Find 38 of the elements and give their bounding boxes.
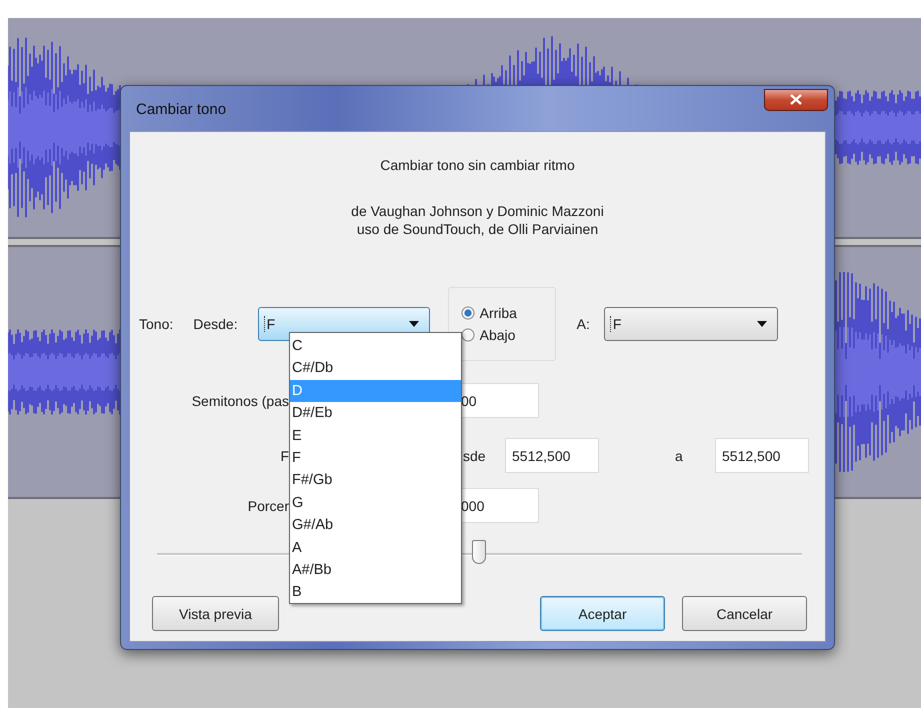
- to-frequency-field[interactable]: 5512,500: [715, 438, 809, 473]
- direction-radio[interactable]: Arriba: [460, 305, 555, 321]
- close-button[interactable]: [764, 88, 828, 110]
- from-frequency-field[interactable]: 5512,500: [505, 438, 599, 473]
- from-frequency-label: sde: [463, 448, 487, 464]
- radio-icon: [460, 306, 475, 320]
- note-option[interactable]: D#/Eb: [290, 402, 461, 425]
- note-option[interactable]: E: [290, 424, 461, 447]
- note-option[interactable]: C#/Db: [290, 357, 461, 380]
- dialog-heading: Cambiar tono sin cambiar ritmo: [379, 156, 576, 174]
- caret-icon: [756, 321, 767, 327]
- direction-radio[interactable]: Abajo: [460, 327, 555, 343]
- note-option[interactable]: G#/Ab: [290, 514, 461, 537]
- note-option[interactable]: A#/Bb: [290, 558, 461, 582]
- credit-line: de Vaughan Johnson y Dominic Mazzoni: [350, 202, 605, 220]
- note-option[interactable]: A: [290, 536, 461, 559]
- percent-label: Porcer: [248, 498, 289, 514]
- dialog-button[interactable]: Cancelar: [682, 596, 807, 631]
- dialog-button[interactable]: Aceptar: [540, 596, 665, 631]
- slider-thumb[interactable]: [472, 540, 486, 564]
- to-label: A:: [576, 316, 590, 332]
- credit-line: uso de SoundTouch, de Olli Parviainen: [356, 220, 600, 238]
- window-title: Cambiar tono: [136, 101, 226, 118]
- semitones-field[interactable]: 00: [460, 383, 539, 418]
- frequency-label: F: [280, 448, 289, 464]
- semitones-label: Semitonos (pas: [192, 392, 289, 408]
- note-option[interactable]: B: [290, 581, 461, 604]
- note-option[interactable]: F: [290, 446, 461, 470]
- close-icon: [790, 94, 802, 105]
- percent-field[interactable]: 000: [460, 488, 539, 523]
- pitch-label: Tono:: [139, 316, 174, 332]
- from-label: Desde:: [193, 316, 238, 332]
- note-option[interactable]: G: [290, 492, 461, 514]
- note-option[interactable]: F#/Gb: [290, 469, 461, 492]
- caret-icon: [408, 321, 419, 327]
- to-dropdown[interactable]: F: [604, 307, 778, 341]
- dialog-button[interactable]: Vista previa: [152, 596, 279, 631]
- to-frequency-label: a: [675, 448, 684, 464]
